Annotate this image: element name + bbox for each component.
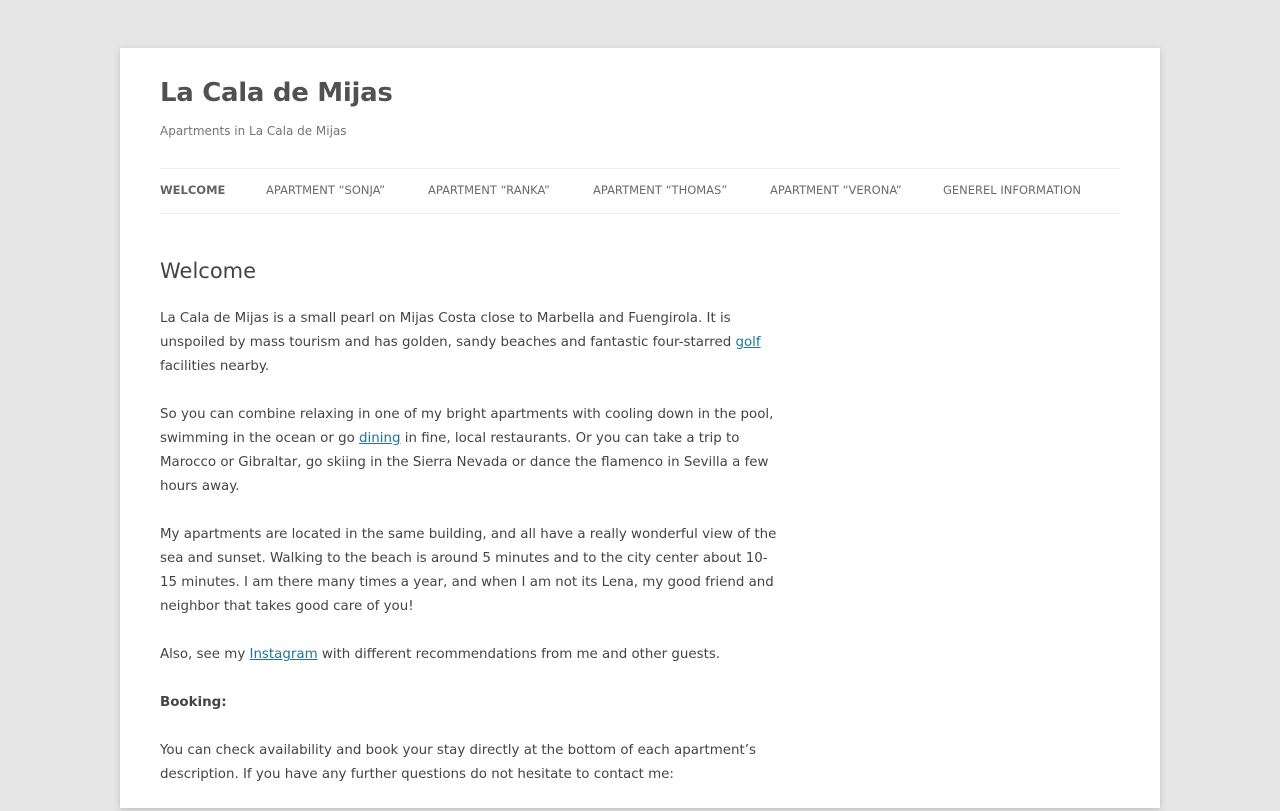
paragraph-text: Also, see my [160, 647, 250, 663]
nav-item-apartment-thomas[interactable]: APARTMENT “THOMAS” [593, 183, 727, 197]
booking-heading: Booking: [160, 695, 227, 711]
nav-item-apartment-ranka[interactable]: APARTMENT “RANKA” [428, 183, 550, 197]
site-description: Apartments in La Cala de Mijas [160, 124, 347, 138]
nav-item-apartment-verona[interactable]: APARTMENT “VERONA” [770, 183, 902, 197]
paragraph-text: facilities nearby. [160, 359, 270, 375]
page-container: La Cala de Mijas Apartments in La Cala d… [120, 48, 1160, 808]
golf-link[interactable]: golf [735, 335, 760, 350]
instagram-link[interactable]: Instagram [250, 647, 318, 662]
main-navigation: WELCOME APARTMENT “SONJA” APARTMENT “RAN… [160, 168, 1120, 214]
site-title-link[interactable]: La Cala de Mijas [160, 78, 393, 108]
activities-paragraph: So you can combine relaxing in one of my… [160, 403, 784, 499]
paragraph-text: with different recommendations from me a… [317, 647, 721, 663]
dining-link[interactable]: dining [359, 431, 400, 446]
location-paragraph: My apartments are located in the same bu… [160, 527, 777, 615]
booking-heading-paragraph: Booking: [160, 691, 784, 715]
main-content: Welcome La Cala de Mijas is a small pear… [160, 258, 784, 811]
entry-content: La Cala de Mijas is a small pearl on Mij… [160, 307, 784, 787]
nav-item-generel-information[interactable]: GENEREL INFORMATION [943, 183, 1081, 197]
intro-paragraph: La Cala de Mijas is a small pearl on Mij… [160, 307, 784, 379]
page-title: Welcome [160, 259, 257, 283]
instagram-paragraph: Also, see my Instagram with different re… [160, 643, 784, 667]
booking-paragraph: You can check availability and book your… [160, 743, 756, 783]
nav-item-apartment-sonja[interactable]: APARTMENT “SONJA” [266, 183, 385, 197]
nav-item-welcome[interactable]: WELCOME [160, 183, 225, 197]
paragraph-text: La Cala de Mijas is a small pearl on Mij… [160, 311, 736, 351]
